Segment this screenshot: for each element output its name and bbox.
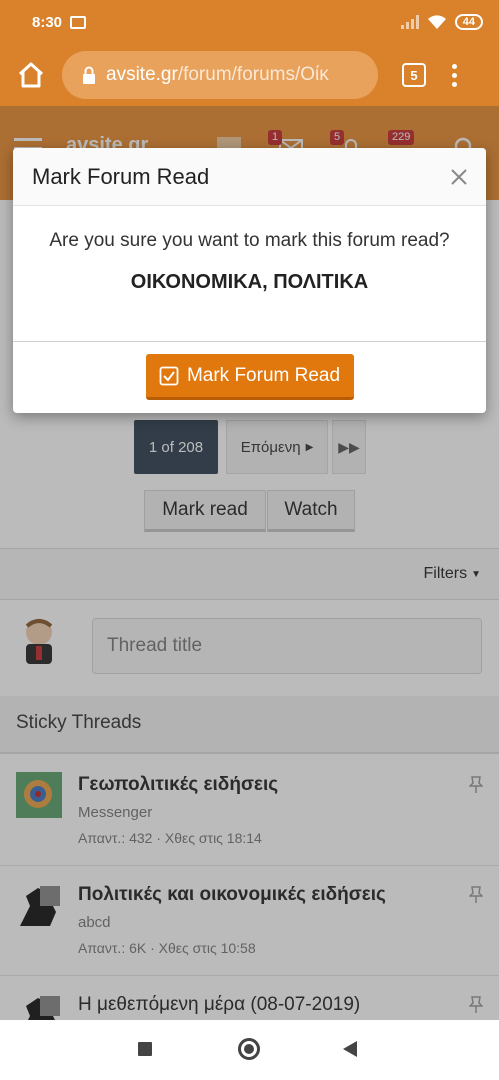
mark-forum-read-dialog: Mark Forum Read Are you sure you want to… bbox=[13, 148, 486, 413]
confirm-mark-read-button[interactable]: Mark Forum Read bbox=[145, 354, 354, 400]
dialog-header: Mark Forum Read bbox=[13, 148, 486, 206]
dialog-body: Are you sure you want to mark this forum… bbox=[13, 206, 486, 342]
back-icon[interactable] bbox=[343, 1041, 357, 1057]
status-time: 8:30 bbox=[32, 13, 63, 31]
dialog-footer: Mark Forum Read bbox=[13, 342, 486, 412]
dialog-title: Mark Forum Read bbox=[32, 163, 210, 189]
browser-toolbar: avsite.gr/forum/forums/Οίκ 5 bbox=[0, 44, 499, 106]
tab-switcher-button[interactable]: 5 bbox=[402, 63, 426, 87]
system-nav-bar bbox=[0, 1020, 499, 1080]
close-icon[interactable] bbox=[448, 166, 470, 188]
dialog-question: Are you sure you want to mark this forum… bbox=[49, 230, 450, 251]
gmail-notification-icon bbox=[70, 15, 87, 29]
url-host: avsite.gr bbox=[106, 64, 178, 85]
home-icon[interactable] bbox=[16, 60, 46, 90]
url-bar[interactable]: avsite.gr/forum/forums/Οίκ bbox=[62, 51, 378, 99]
status-icons: 44 bbox=[400, 14, 483, 30]
checkbox-check-icon bbox=[159, 366, 179, 385]
browser-menu-icon[interactable] bbox=[452, 63, 457, 87]
status-bar: 8:30 44 bbox=[0, 0, 499, 44]
url-path: /forum/forums/Οίκ bbox=[177, 64, 329, 85]
lock-icon bbox=[83, 66, 95, 84]
confirm-button-label: Mark Forum Read bbox=[186, 364, 341, 386]
dialog-forum-name: ΟΙΚΟΝΟΜΙΚΑ, ΠΟΛΙΤΙΚΑ bbox=[130, 271, 369, 293]
home-nav-icon[interactable] bbox=[238, 1038, 260, 1060]
signal-icon bbox=[400, 15, 419, 29]
wifi-icon bbox=[427, 15, 446, 29]
recent-apps-icon[interactable] bbox=[138, 1042, 152, 1056]
battery-icon: 44 bbox=[454, 14, 483, 30]
